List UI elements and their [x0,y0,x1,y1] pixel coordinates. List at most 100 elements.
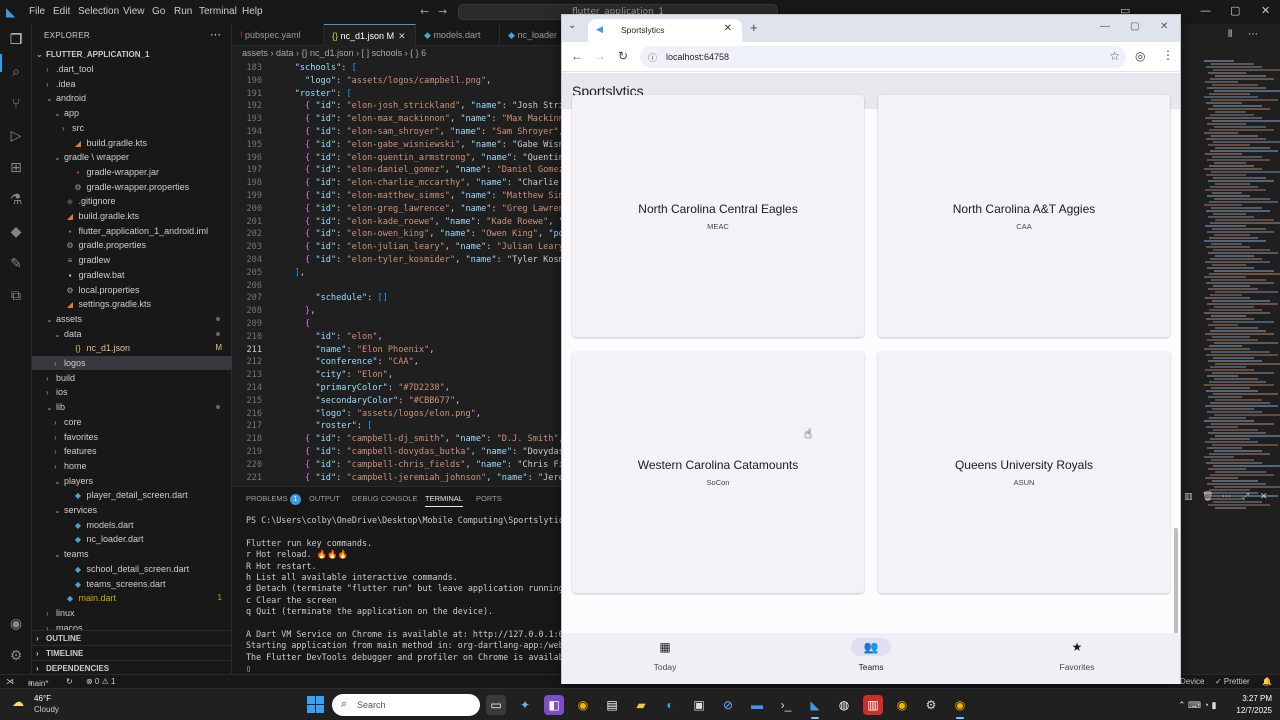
menu-view[interactable]: View [123,6,145,17]
tree-folder[interactable]: › logos [32,356,232,370]
tree-folder[interactable]: › src [32,121,232,135]
remote-icon[interactable]: ⧉ [8,288,24,304]
tree-file[interactable]: ◆ main.dart 1 [32,591,232,605]
tree-file[interactable]: ◆ teams_screens.dart [32,577,232,591]
section-outline[interactable]: › OUTLINE [32,630,232,645]
tree-folder[interactable]: ⌄ data [32,327,232,341]
settings-app-icon[interactable]: ⚙ [921,695,941,715]
tab-models[interactable]: ◆ models.dart [416,24,500,46]
more-actions-icon[interactable]: ⋯ [210,28,221,41]
menu-run[interactable]: Run [174,6,192,17]
team-card[interactable]: North Carolina Central Eagles MEAC [572,95,864,337]
media-app-icon[interactable]: ▥ [863,695,883,715]
tree-folder[interactable]: ⌄ players [32,474,232,488]
chrome-active-icon[interactable]: ◉ [950,695,970,719]
tree-file[interactable]: ▪ gradlew.bat [32,268,232,282]
tab-problems[interactable]: PROBLEMS 1 [246,494,301,505]
tab-nc-loader[interactable]: ◆ nc_loader [500,24,562,46]
tree-folder[interactable]: › ios [32,385,232,399]
trash-icon[interactable]: 🗑 [1202,492,1213,502]
nav-today[interactable]: ▦ Today [562,633,768,684]
tree-folder[interactable]: › favorites [32,430,232,444]
tree-folder[interactable]: ⌄ gradle \ wrapper [32,150,232,164]
chrome-profile-icon[interactable]: ◉ [892,695,912,715]
maximize-icon[interactable]: ▢ [1230,4,1240,17]
close-window-icon[interactable]: ✕ [1160,21,1168,32]
testing-icon[interactable]: ⚗ [8,192,24,208]
device-status[interactable]: Device [1180,677,1204,686]
close-tab-icon[interactable]: ✕ [724,23,732,34]
maximize-panel-icon[interactable]: ⤢ [1242,492,1249,502]
tree-file[interactable]: ◆ models.dart [32,518,232,532]
menu-file[interactable]: File [29,6,45,17]
close-panel-icon[interactable]: ✕ [1260,492,1268,502]
scrollbar-thumb[interactable] [1174,528,1178,642]
reload-icon[interactable]: ↻ [618,49,628,63]
breadcrumb[interactable]: assets › data › {} nc_d1.json › [ ] scho… [242,48,426,58]
copilot-icon[interactable]: ✦ [515,695,535,715]
close-icon[interactable]: ✕ [1261,4,1270,17]
new-tab-icon[interactable]: + [750,20,758,35]
section-timeline[interactable]: › TIMELINE [32,645,232,660]
menu-go[interactable]: Go [152,6,165,17]
file-explorer-icon[interactable]: ▰ [631,695,651,715]
tree-folder[interactable]: › build [32,371,232,385]
tree-file[interactable]: ⚙ gradle.properties [32,238,232,252]
flutter-icon[interactable]: ◆ [8,224,24,240]
weather-cloud-icon[interactable]: ☁ [12,695,30,709]
profile-icon[interactable]: ◎ [1135,49,1145,63]
vpn-app-icon[interactable]: ⊘ [718,695,738,715]
run-debug-icon[interactable]: ▷ [8,128,24,144]
clock-date[interactable]: 12/7/2025 [1228,706,1272,715]
menu-help[interactable]: Help [242,6,263,17]
tree-file[interactable]: ◆ player_detail_screen.dart [32,488,232,502]
clock-time[interactable]: 3:27 PM [1228,694,1272,703]
tree-folder[interactable]: › home [32,459,232,473]
tree-file[interactable]: ▪ flutter_application_1_android.iml [32,224,232,238]
tab-terminal[interactable]: TERMINAL [425,494,463,507]
tree-file[interactable]: ◆ school_detail_screen.dart [32,562,232,576]
weather-temperature[interactable]: 46°F [34,694,51,703]
tree-file[interactable]: {} nc_d1.json M [32,341,232,355]
chrome-app-icon[interactable]: ◉ [573,695,593,715]
problems-status[interactable]: ⊗ 0 ⚠ 1 [86,677,115,686]
tree-file[interactable]: ≡ gradlew [32,253,232,267]
back-arrow-icon[interactable]: ← [571,49,583,63]
tree-folder[interactable]: › linux [32,606,232,620]
maximize-icon[interactable]: ▢ [1130,21,1139,32]
minimap[interactable] [1200,60,1280,509]
team-card[interactable]: Western Carolina Catamounts SoCon [572,351,864,593]
tree-folder[interactable]: ⌄ assets [32,312,232,326]
account-icon[interactable]: ◉ [8,616,24,632]
tree-file[interactable]: ⚙ local.properties [32,283,232,297]
nav-favorites[interactable]: ★ Favorites [974,633,1180,684]
more-actions-icon[interactable]: ⋯ [1248,29,1258,40]
store-icon[interactable]: ▣ [689,695,709,715]
github-app-icon[interactable]: ◍ [834,695,854,715]
task-view-icon[interactable]: ▭ [486,695,506,715]
more-actions-icon[interactable]: ⋯ [1222,492,1231,502]
extensions-icon[interactable]: ⊞ [8,160,24,176]
minimize-icon[interactable]: — [1200,4,1211,17]
minimize-icon[interactable]: — [1100,21,1110,32]
nav-forward-icon[interactable]: → [438,5,447,18]
kebab-menu-icon[interactable]: ⋮ [1162,48,1174,62]
close-icon[interactable]: ✕ [398,31,406,41]
tab-nc-d1-json[interactable]: {} nc_d1.json M ✕ [324,24,416,46]
tree-file[interactable]: ⚙ gradle-wrapper.properties [32,180,232,194]
prettier-status[interactable]: ✓ Prettier [1215,677,1250,686]
remote-indicator-icon[interactable]: ⋊ [6,677,14,686]
teams-app-icon[interactable]: ◧ [544,695,564,715]
menu-terminal[interactable]: Terminal [199,6,237,17]
team-card[interactable]: Queens University Royals ASUN [878,351,1170,593]
tab-output[interactable]: OUTPUT [309,494,340,503]
windows-start-icon[interactable] [307,696,324,713]
forward-arrow-icon[interactable]: → [594,49,606,63]
sync-icon[interactable]: ↻ [66,677,73,686]
system-tray-icon[interactable]: ⌃ ⌨ ◔ ▮ [1178,700,1216,711]
team-card[interactable]: North Carolina A&T Aggies CAA [878,95,1170,337]
split-editor-icon[interactable]: ⫴ [1228,29,1232,40]
weather-description[interactable]: Cloudy [34,705,59,714]
tree-folder[interactable]: ⌄ services [32,503,232,517]
tab-ports[interactable]: PORTS [476,494,502,503]
